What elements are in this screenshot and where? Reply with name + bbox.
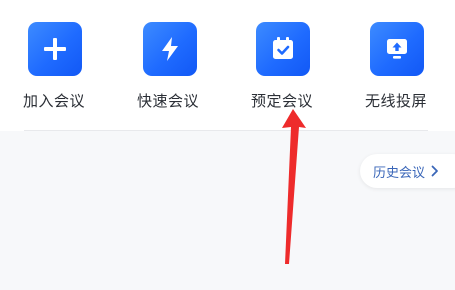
wireless-cast-button[interactable]: 无线投屏 bbox=[343, 0, 455, 120]
quick-actions-panel: 加入会议 快速会议 预定会议 无线投屏 bbox=[0, 0, 455, 131]
schedule-meeting-button[interactable]: 预定会议 bbox=[229, 0, 341, 120]
join-meeting-button[interactable]: 加入会议 bbox=[0, 0, 112, 120]
history-meetings-button[interactable]: 历史会议 bbox=[360, 154, 455, 188]
divider bbox=[24, 130, 428, 131]
history-meetings-label: 历史会议 bbox=[373, 166, 426, 181]
chevron-right-icon bbox=[431, 165, 438, 177]
quick-meeting-tile bbox=[143, 22, 197, 76]
wireless-cast-tile bbox=[370, 22, 424, 76]
join-meeting-tile bbox=[28, 22, 82, 76]
schedule-meeting-tile bbox=[256, 22, 310, 76]
wireless-cast-label: 无线投屏 bbox=[365, 92, 428, 110]
screen-cast-icon bbox=[387, 39, 407, 59]
lightning-icon bbox=[162, 37, 178, 61]
calendar-check-icon bbox=[273, 37, 293, 59]
quick-meeting-button[interactable]: 快速会议 bbox=[115, 0, 227, 120]
plus-icon bbox=[44, 38, 66, 60]
